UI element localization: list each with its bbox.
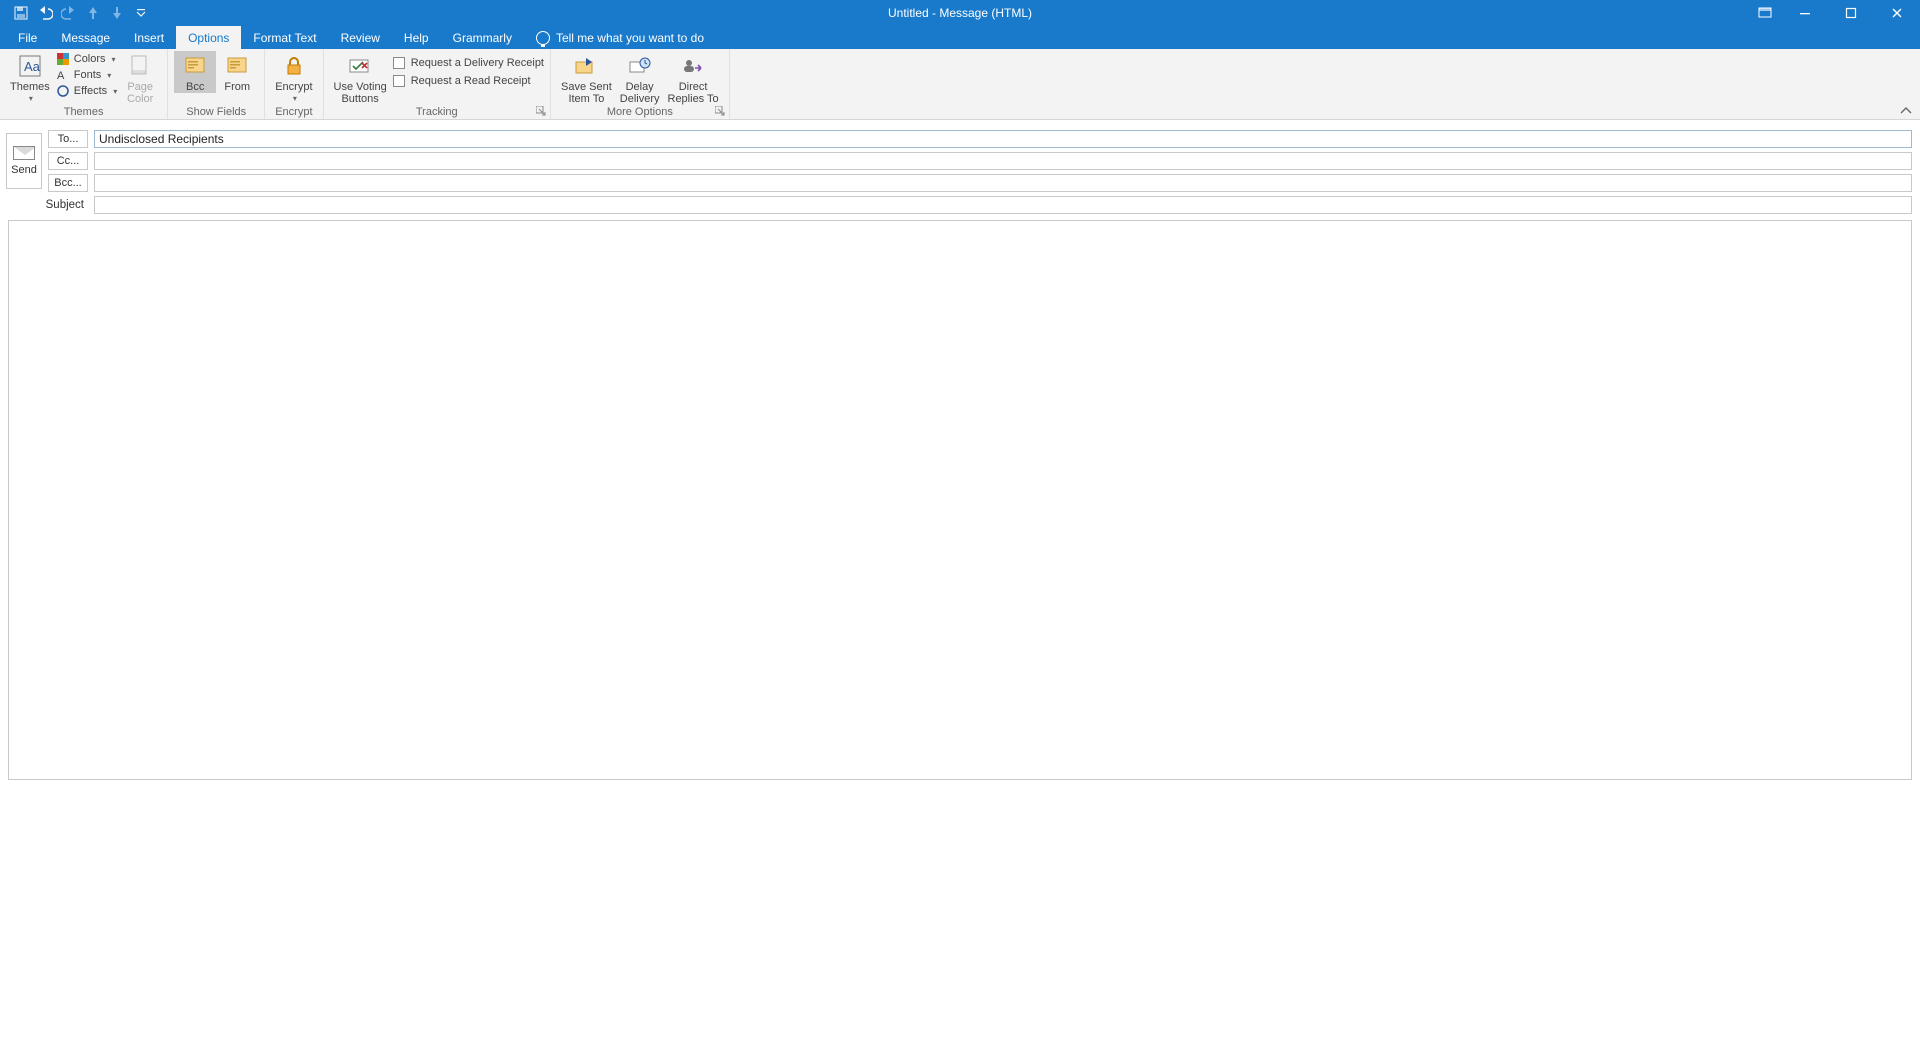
effects-icon xyxy=(56,84,70,98)
tracking-dialog-launcher[interactable] xyxy=(535,105,547,117)
cc-button[interactable]: Cc... xyxy=(48,152,88,170)
group-tracking-label: Tracking xyxy=(330,105,545,119)
group-show-fields: Bcc From Show Fields xyxy=(168,49,265,119)
group-show-fields-label: Show Fields xyxy=(174,105,258,119)
effects-button[interactable]: Effects▾ xyxy=(54,83,119,99)
voting-label: Use Voting Buttons xyxy=(334,81,387,105)
svg-text:Aa: Aa xyxy=(24,59,41,74)
customize-qat-icon[interactable] xyxy=(130,2,152,24)
close-button[interactable] xyxy=(1874,0,1920,26)
redo-icon[interactable] xyxy=(58,2,80,24)
request-delivery-receipt-checkbox[interactable]: Request a Delivery Receipt xyxy=(393,57,544,69)
themes-button[interactable]: Aa Themes ▾ xyxy=(6,51,54,105)
send-label: Send xyxy=(11,164,37,176)
tab-message[interactable]: Message xyxy=(49,26,122,49)
window-controls xyxy=(1748,0,1920,26)
colors-label: Colors xyxy=(74,53,106,65)
from-button[interactable]: From xyxy=(216,51,258,93)
group-themes-label: Themes xyxy=(6,105,161,119)
tab-options[interactable]: Options xyxy=(176,26,241,49)
save-icon[interactable] xyxy=(10,2,32,24)
undo-icon[interactable] xyxy=(34,2,56,24)
voting-icon xyxy=(347,53,373,79)
message-body[interactable] xyxy=(8,220,1912,780)
maximize-button[interactable] xyxy=(1828,0,1874,26)
tab-grammarly[interactable]: Grammarly xyxy=(441,26,524,49)
voting-buttons-button[interactable]: Use Voting Buttons xyxy=(330,51,391,105)
delay-delivery-icon xyxy=(627,53,653,79)
ribbon: Aa Themes ▾ Colors▾ A Fonts▾ Effects▾ xyxy=(0,49,1920,120)
title-bar: Untitled - Message (HTML) xyxy=(0,0,1920,26)
chevron-down-icon: ▾ xyxy=(293,93,297,105)
encrypt-button[interactable]: Encrypt ▾ xyxy=(271,51,316,105)
quick-access-toolbar xyxy=(0,2,152,24)
subject-label: Subject xyxy=(6,199,88,211)
direct-replies-label: Direct Replies To xyxy=(668,81,719,105)
bcc-label: Bcc xyxy=(186,81,204,93)
bcc-field[interactable] xyxy=(94,174,1912,192)
group-more-options: Save Sent Item To Delay Delivery Direct … xyxy=(551,49,730,119)
bcc-button[interactable]: Bcc... xyxy=(48,174,88,192)
minimize-button[interactable] xyxy=(1782,0,1828,26)
to-button[interactable]: To... xyxy=(48,130,88,148)
page-color-icon xyxy=(127,53,153,79)
bcc-icon xyxy=(182,53,208,79)
cc-field[interactable] xyxy=(94,152,1912,170)
compose-header: Send To... Cc... Bcc... Subject xyxy=(0,120,1920,214)
more-options-dialog-launcher[interactable] xyxy=(714,105,726,117)
group-tracking: Use Voting Buttons Request a Delivery Re… xyxy=(324,49,552,119)
next-item-icon[interactable] xyxy=(106,2,128,24)
display-options-icon[interactable] xyxy=(1748,0,1782,26)
envelope-icon xyxy=(13,146,35,160)
tab-help[interactable]: Help xyxy=(392,26,441,49)
tell-me-search[interactable]: Tell me what you want to do xyxy=(524,26,716,49)
checkbox-icon xyxy=(393,57,405,69)
from-label: From xyxy=(224,81,250,93)
themes-icon: Aa xyxy=(17,53,43,79)
chevron-down-icon: ▾ xyxy=(29,93,33,105)
save-sent-item-to-button[interactable]: Save Sent Item To xyxy=(557,51,616,105)
tab-review[interactable]: Review xyxy=(329,26,392,49)
tell-me-label: Tell me what you want to do xyxy=(556,31,704,45)
from-icon xyxy=(224,53,250,79)
save-sent-icon xyxy=(573,53,599,79)
colors-button[interactable]: Colors▾ xyxy=(54,51,119,67)
collapse-ribbon-button[interactable] xyxy=(1900,106,1912,116)
page-color-label: Page Color xyxy=(127,81,153,105)
group-themes: Aa Themes ▾ Colors▾ A Fonts▾ Effects▾ xyxy=(0,49,168,119)
save-sent-label: Save Sent Item To xyxy=(561,81,612,105)
tab-insert[interactable]: Insert xyxy=(122,26,176,49)
request-read-receipt-checkbox[interactable]: Request a Read Receipt xyxy=(393,75,544,87)
group-encrypt: Encrypt ▾ Encrypt xyxy=(265,49,323,119)
svg-text:A: A xyxy=(57,70,65,81)
subject-field[interactable] xyxy=(94,196,1912,214)
read-receipt-label: Request a Read Receipt xyxy=(411,75,531,87)
tab-format-text[interactable]: Format Text xyxy=(241,26,328,49)
to-field[interactable] xyxy=(94,130,1912,148)
group-encrypt-label: Encrypt xyxy=(271,105,316,119)
colors-icon xyxy=(56,52,70,66)
previous-item-icon[interactable] xyxy=(82,2,104,24)
window-title: Untitled - Message (HTML) xyxy=(888,6,1032,20)
bcc-button[interactable]: Bcc xyxy=(174,51,216,93)
effects-label: Effects xyxy=(74,85,107,97)
delay-delivery-button[interactable]: Delay Delivery xyxy=(616,51,664,105)
delivery-receipt-label: Request a Delivery Receipt xyxy=(411,57,544,69)
page-color-button[interactable]: Page Color xyxy=(119,51,161,105)
direct-replies-to-button[interactable]: Direct Replies To xyxy=(664,51,723,105)
group-more-options-label: More Options xyxy=(557,105,723,119)
fonts-icon: A xyxy=(56,68,70,82)
checkbox-icon xyxy=(393,75,405,87)
lock-icon xyxy=(281,53,307,79)
encrypt-label: Encrypt xyxy=(275,81,312,93)
fonts-label: Fonts xyxy=(74,69,102,81)
direct-replies-icon xyxy=(680,53,706,79)
delay-delivery-label: Delay Delivery xyxy=(620,81,660,105)
send-button[interactable]: Send xyxy=(6,133,42,189)
themes-label: Themes xyxy=(10,81,50,93)
lightbulb-icon xyxy=(536,31,550,45)
tab-file[interactable]: File xyxy=(6,26,49,49)
fonts-button[interactable]: A Fonts▾ xyxy=(54,67,119,83)
ribbon-tabs: File Message Insert Options Format Text … xyxy=(0,26,1920,49)
